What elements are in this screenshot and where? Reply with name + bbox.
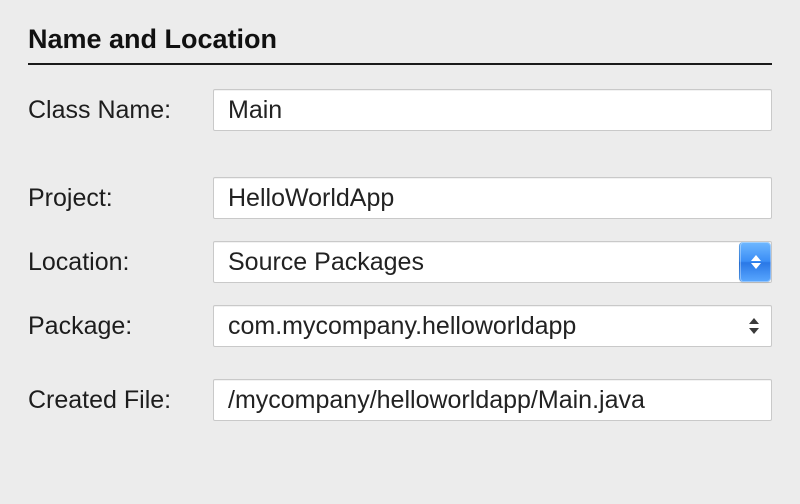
package-combobox[interactable] <box>213 305 772 347</box>
row-project: Project: <box>28 177 772 219</box>
name-and-location-panel: Name and Location Class Name: Project: L… <box>0 0 800 421</box>
row-class-name: Class Name: <box>28 89 772 131</box>
section-title: Name and Location <box>28 24 772 65</box>
package-label: Package: <box>28 312 213 341</box>
row-location: Location: Source Packages <box>28 241 772 283</box>
class-name-input[interactable] <box>213 89 772 131</box>
created-file-label: Created File: <box>28 386 213 415</box>
row-package: Package: <box>28 305 772 347</box>
created-file-input <box>213 379 772 421</box>
project-label: Project: <box>28 184 213 213</box>
row-created-file: Created File: <box>28 379 772 421</box>
location-label: Location: <box>28 248 213 277</box>
dropdown-arrows-icon[interactable] <box>739 242 771 282</box>
location-select[interactable]: Source Packages <box>213 241 772 283</box>
stepper-arrows-icon[interactable] <box>746 305 762 347</box>
project-input <box>213 177 772 219</box>
class-name-label: Class Name: <box>28 96 213 125</box>
